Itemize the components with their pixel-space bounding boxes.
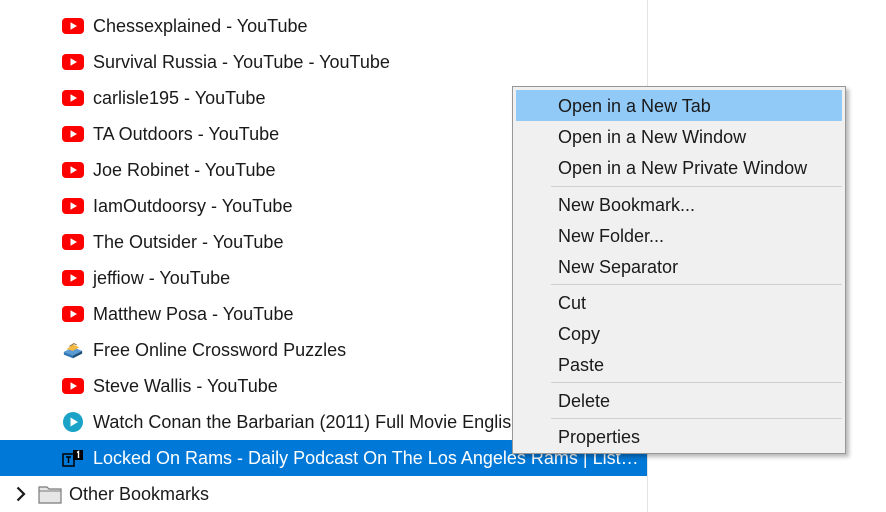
play-circle-icon: [62, 412, 84, 432]
menu-paste[interactable]: Paste: [516, 349, 842, 380]
youtube-icon: [62, 16, 84, 36]
crossword-icon: [62, 340, 84, 360]
menu-copy[interactable]: Copy: [516, 318, 842, 349]
menu-item-label: Open in a New Tab: [558, 96, 711, 116]
bookmark-label: Survival Russia - YouTube - YouTube: [93, 52, 390, 72]
menu-new-folder[interactable]: New Folder...: [516, 220, 842, 251]
menu-new-separator[interactable]: New Separator: [516, 251, 842, 282]
bookmark-label: Steve Wallis - YouTube: [93, 376, 278, 396]
podcast-icon: [62, 448, 84, 468]
bookmark-item[interactable]: Survival Russia - YouTube - YouTube: [0, 44, 647, 80]
bookmark-item[interactable]: Chessexplained - YouTube: [0, 8, 647, 44]
bookmark-label: Chessexplained - YouTube: [93, 16, 308, 36]
menu-separator: [551, 284, 842, 285]
menu-item-label: New Folder...: [558, 226, 665, 246]
youtube-icon: [62, 304, 84, 324]
menu-separator: [551, 382, 842, 383]
bookmark-label: carlisle195 - YouTube: [93, 88, 266, 108]
menu-item-label: Copy: [558, 324, 601, 344]
bookmark-label: TA Outdoors - YouTube: [93, 124, 280, 144]
youtube-icon: [62, 88, 84, 108]
bookmark-label: jeffiow - YouTube: [93, 268, 231, 288]
menu-delete[interactable]: Delete: [516, 385, 842, 416]
context-menu: Open in a New Tab Open in a New Window O…: [512, 86, 846, 454]
folder-icon: [38, 484, 62, 504]
bookmark-label: IamOutdoorsy - YouTube: [93, 196, 293, 216]
menu-cut[interactable]: Cut: [516, 287, 842, 318]
bookmark-label: The Outsider - YouTube: [93, 232, 284, 252]
menu-open-new-window[interactable]: Open in a New Window: [516, 121, 842, 152]
menu-properties[interactable]: Properties: [516, 421, 842, 452]
menu-item-label: Delete: [558, 391, 611, 411]
menu-item-label: Properties: [558, 427, 641, 447]
menu-separator: [551, 186, 842, 187]
youtube-icon: [62, 196, 84, 216]
menu-separator: [551, 418, 842, 419]
youtube-icon: [62, 268, 84, 288]
menu-item-label: Open in a New Private Window: [558, 158, 808, 178]
bookmark-label: Free Online Crossword Puzzles: [93, 340, 347, 360]
chevron-right-icon[interactable]: [12, 485, 30, 503]
bookmark-label: Joe Robinet - YouTube: [93, 160, 276, 180]
youtube-icon: [62, 232, 84, 252]
menu-new-bookmark[interactable]: New Bookmark...: [516, 189, 842, 220]
menu-open-new-tab[interactable]: Open in a New Tab: [516, 90, 842, 121]
bookmark-label: Watch Conan the Barbarian (2011) Full Mo…: [93, 412, 522, 432]
menu-item-label: New Separator: [558, 257, 679, 277]
menu-item-label: Open in a New Window: [558, 127, 747, 147]
youtube-icon: [62, 124, 84, 144]
folder-other-bookmarks[interactable]: Other Bookmarks: [0, 476, 647, 512]
menu-item-label: New Bookmark...: [558, 195, 696, 215]
menu-item-label: Cut: [558, 293, 587, 313]
youtube-icon: [62, 52, 84, 72]
folder-label: Other Bookmarks: [69, 484, 210, 504]
menu-item-label: Paste: [558, 355, 605, 375]
youtube-icon: [62, 160, 84, 180]
menu-open-private-window[interactable]: Open in a New Private Window: [516, 152, 842, 183]
youtube-icon: [62, 376, 84, 396]
bookmark-label: Matthew Posa - YouTube: [93, 304, 294, 324]
